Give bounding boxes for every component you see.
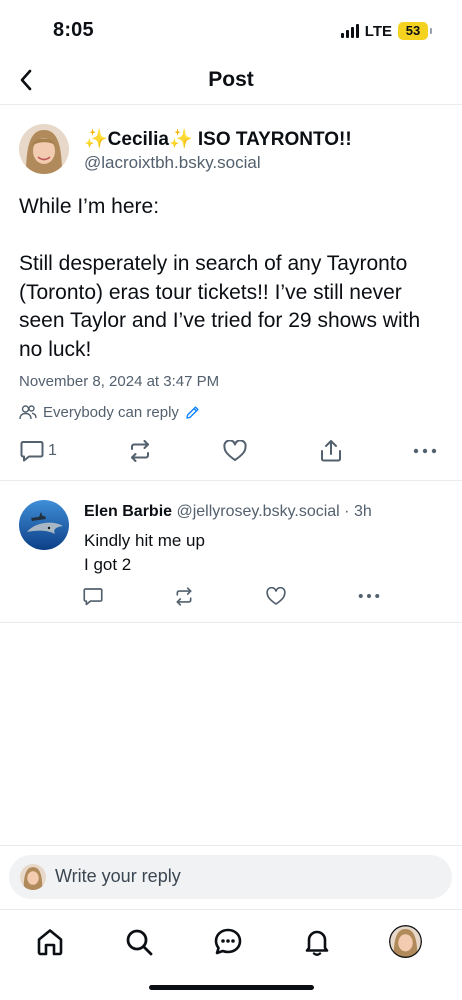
more-horizontal-icon <box>413 448 437 454</box>
reply-author-name[interactable]: Elen Barbie <box>84 503 172 520</box>
battery-icon: 53 <box>398 22 432 40</box>
repost-icon <box>176 586 192 606</box>
reply-count: 1 <box>48 442 57 459</box>
avatar-image <box>19 500 69 550</box>
page-title: Post <box>208 68 254 91</box>
like-button[interactable] <box>223 437 247 465</box>
divider <box>0 622 462 623</box>
bell-icon <box>305 930 329 956</box>
avatar-image <box>19 124 69 174</box>
avatar[interactable] <box>19 124 69 174</box>
heart-icon <box>223 440 247 461</box>
comment-icon <box>83 587 103 605</box>
share-button[interactable] <box>319 437 343 465</box>
avatar[interactable] <box>19 500 69 550</box>
chat-icon <box>214 928 242 955</box>
comment-icon <box>20 441 44 462</box>
avatar <box>20 864 46 890</box>
reply-author-handle[interactable]: @jellyrosey.bsky.social <box>176 503 339 520</box>
repost-button[interactable] <box>128 437 152 465</box>
nav-search[interactable] <box>121 924 157 960</box>
reply-time: 3h <box>353 503 372 520</box>
more-horizontal-icon <box>358 593 380 599</box>
heart-icon <box>266 586 286 605</box>
reply-input[interactable]: Write your reply <box>9 855 452 899</box>
sparkles-emoji: ✨ <box>84 129 108 150</box>
reply-composer-bar: Write your reply <box>0 845 462 910</box>
reply-separator: · <box>339 503 354 520</box>
search-icon <box>126 929 153 956</box>
profile-avatar <box>389 925 422 958</box>
nav-home[interactable] <box>32 924 68 960</box>
like-button[interactable] <box>266 583 286 609</box>
post-timestamp: November 8, 2024 at 3:47 PM <box>19 373 220 390</box>
signal-icon <box>340 24 359 38</box>
nav-chat[interactable] <box>210 924 246 960</box>
post-body-text: While I’m here: Still desperately in sea… <box>19 195 421 361</box>
post-thread-screen: 8:05 LTE 53 Post ✨Cecilia✨ ISO TAYRONTO!… <box>0 0 462 1000</box>
post-author-name[interactable]: ✨Cecilia✨ ISO TAYRONTO!! <box>84 127 352 151</box>
reply-action-bar <box>0 583 462 609</box>
post-action-bar: 1 <box>0 437 462 467</box>
reply-button[interactable]: 1 <box>20 437 57 465</box>
author-name-text: Cecilia <box>107 129 169 150</box>
nav-profile[interactable] <box>389 925 422 958</box>
reply-setting-label: Everybody can reply <box>43 403 179 421</box>
sparkles-emoji: ✨ <box>168 129 193 150</box>
more-options-button[interactable] <box>413 437 437 465</box>
more-options-button[interactable] <box>358 583 380 609</box>
status-bar: 8:05 LTE 53 <box>0 0 462 62</box>
status-time: 8:05 <box>53 19 94 41</box>
home-icon <box>37 929 63 956</box>
repost-button[interactable] <box>174 583 194 609</box>
reply-button[interactable] <box>83 583 103 609</box>
avatar-image <box>20 864 46 890</box>
pencil-icon <box>186 405 199 419</box>
post-author-handle[interactable]: @lacroixtbh.bsky.social <box>84 153 261 173</box>
reply-post[interactable]: Elen Barbie @jellyrosey.bsky.social · 3h… <box>0 481 462 623</box>
share-icon <box>321 440 341 462</box>
status-indicators: LTE 53 <box>340 21 432 41</box>
reply-setting[interactable]: Everybody can reply <box>19 402 200 422</box>
home-indicator <box>149 985 314 990</box>
people-icon <box>19 405 37 420</box>
top-header: Post <box>0 58 462 105</box>
reply-header: Elen Barbie @jellyrosey.bsky.social · 3h <box>84 503 372 521</box>
network-label: LTE <box>364 22 392 40</box>
nav-notifications[interactable] <box>299 924 335 960</box>
reply-input-placeholder: Write your reply <box>55 866 181 886</box>
reply-body-text: Kindly hit me up I got 2 <box>84 531 205 574</box>
repost-icon <box>131 440 149 462</box>
author-name-suffix: ISO TAYRONTO!! <box>192 129 352 150</box>
